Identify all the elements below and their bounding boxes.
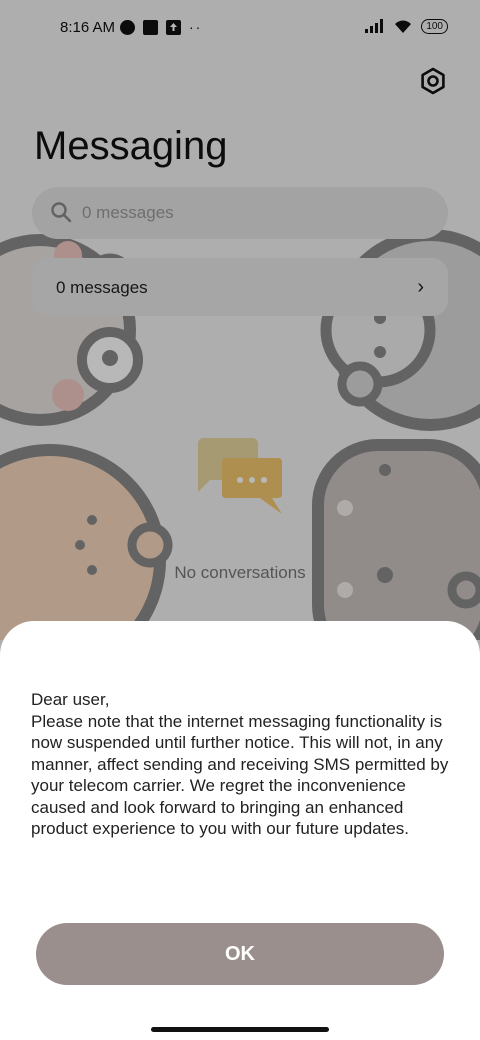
home-indicator[interactable] bbox=[151, 1027, 329, 1032]
dialog-body: Please note that the internet messaging … bbox=[31, 711, 449, 839]
dialog-message: Dear user, Please note that the internet… bbox=[31, 689, 457, 840]
notice-dialog: Dear user, Please note that the internet… bbox=[0, 621, 480, 1040]
ok-button[interactable]: OK bbox=[36, 923, 444, 985]
screen: 8:16 AM ·· 100 Messaging 0 messages 0 me… bbox=[0, 0, 480, 1040]
dialog-greeting: Dear user, bbox=[31, 690, 110, 709]
